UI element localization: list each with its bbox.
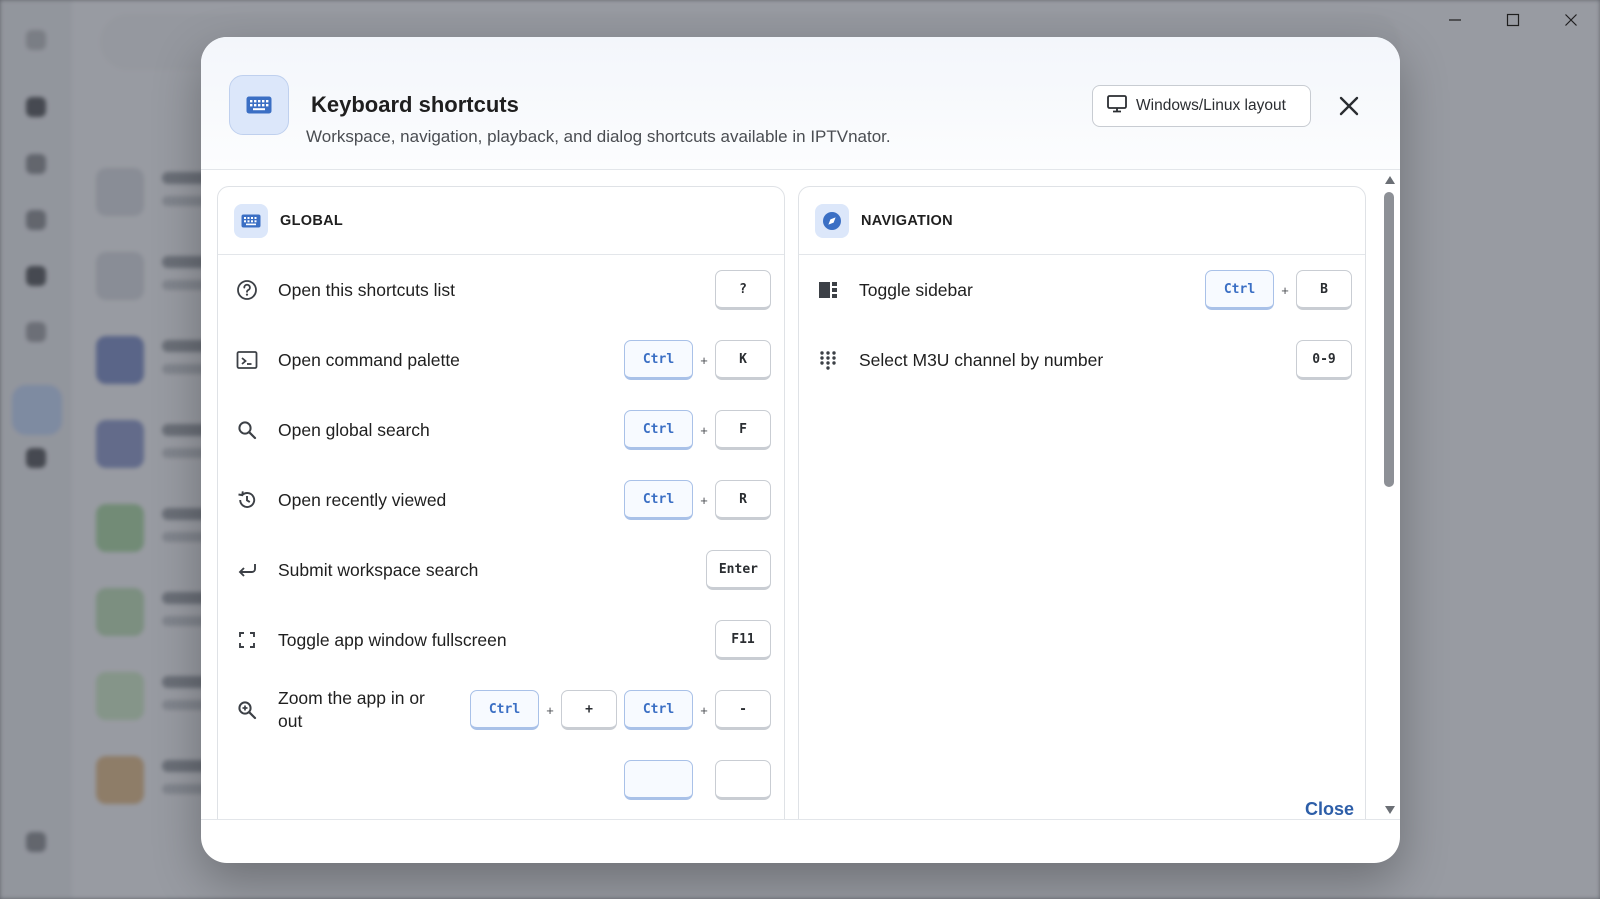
enter-arrow-icon: [234, 557, 260, 583]
scrollbar[interactable]: [1381, 170, 1397, 819]
key-cap-modifier: Ctrl: [470, 690, 539, 730]
shortcut-keys: ?: [715, 270, 771, 310]
key-cap: -: [715, 690, 771, 730]
key-cap-modifier: Ctrl: [624, 480, 693, 520]
key-cap: ?: [715, 270, 771, 310]
category-header-global: GLOBAL: [218, 187, 784, 255]
shortcut-label: Toggle app window fullscreen: [278, 629, 507, 650]
shortcut-row: Open command palette Ctrl + K: [218, 325, 784, 395]
close-button[interactable]: Close: [1299, 795, 1360, 824]
shortcut-row: Toggle sidebar Ctrl + B: [799, 255, 1365, 325]
shortcuts-scroll-area[interactable]: GLOBAL Open this shortcuts list ? Open c…: [201, 170, 1400, 820]
scroll-down-arrow-icon[interactable]: [1385, 806, 1395, 814]
key-cap: +: [561, 690, 617, 730]
key-cap: F11: [715, 620, 771, 660]
key-cap: F: [715, 410, 771, 450]
key-plus-separator: +: [700, 702, 708, 718]
key-plus-separator: +: [546, 702, 554, 718]
shortcut-keys: Ctrl + F: [624, 410, 771, 450]
shortcut-row-partial: [218, 745, 784, 815]
shortcut-keys: Enter: [705, 550, 771, 590]
shortcut-row: Open global search Ctrl + F: [218, 395, 784, 465]
shortcut-label: Open this shortcuts list: [278, 279, 456, 300]
shortcut-label: Select M3U channel by number: [859, 349, 1104, 370]
shortcut-keys: Ctrl + K: [624, 340, 771, 380]
key-plus-separator: +: [1281, 282, 1289, 298]
sidebar-icon: [815, 277, 841, 303]
key-cap-modifier: Ctrl: [624, 410, 693, 450]
search-icon: [234, 417, 260, 443]
key-plus-separator: +: [700, 422, 708, 438]
shortcut-row: Zoom the app in or out Ctrl + + Ctrl + -: [218, 675, 784, 745]
close-icon[interactable]: [1333, 90, 1365, 122]
key-cap-modifier: Ctrl: [624, 690, 693, 730]
shortcut-label: Zoom the app in or out: [278, 688, 425, 731]
shortcut-row: Open recently viewed Ctrl + R: [218, 465, 784, 535]
category-card-global: GLOBAL Open this shortcuts list ? Open c…: [217, 186, 785, 819]
shortcut-row: Submit workspace search Enter: [218, 535, 784, 605]
keyboard-icon: [229, 75, 289, 135]
shortcut-keys: 0-9: [1296, 340, 1352, 380]
minimize-icon[interactable]: [1426, 8, 1484, 32]
monitor-icon: [1107, 94, 1127, 118]
shortcut-keys: [624, 760, 771, 800]
key-cap-modifier: [624, 760, 693, 800]
key-cap: K: [715, 340, 771, 380]
dialpad-icon: [815, 347, 841, 373]
keyboard-shortcuts-dialog: Keyboard shortcuts Workspace, navigation…: [201, 37, 1400, 863]
shortcut-label: Submit workspace search: [278, 559, 479, 580]
scrollbar-thumb[interactable]: [1384, 192, 1394, 487]
key-plus-separator: +: [700, 492, 708, 508]
window-controls: [1426, 8, 1600, 32]
key-cap: Enter: [705, 550, 771, 590]
shortcut-keys: Ctrl + R: [624, 480, 771, 520]
key-cap: B: [1296, 270, 1352, 310]
dialog-title: Keyboard shortcuts: [311, 92, 519, 117]
fullscreen-icon: [234, 627, 260, 653]
category-title-navigation: NAVIGATION: [861, 212, 953, 229]
key-cap: R: [715, 480, 771, 520]
shortcut-label: Open global search: [278, 419, 430, 440]
shortcut-keys: Ctrl + B: [1205, 270, 1352, 310]
shortcut-row: Toggle app window fullscreen F11: [218, 605, 784, 675]
layout-toggle-button[interactable]: Windows/Linux layout: [1092, 85, 1311, 127]
shortcut-label: Toggle sidebar: [859, 279, 973, 300]
dialog-header: Keyboard shortcuts Workspace, navigation…: [201, 37, 1400, 170]
category-title-global: GLOBAL: [280, 212, 344, 229]
shortcut-row: Select M3U channel by number 0-9: [799, 325, 1365, 395]
terminal-icon: [234, 347, 260, 373]
shortcut-label: Open command palette: [278, 349, 460, 370]
key-cap: [715, 760, 771, 800]
shortcut-keys: F11: [715, 620, 771, 660]
keyboard-icon: [234, 203, 268, 238]
zoom-in-icon: [234, 697, 260, 723]
help-circle-icon: [234, 277, 260, 303]
maximize-icon[interactable]: [1484, 8, 1542, 32]
layout-toggle-label: Windows/Linux layout: [1136, 97, 1286, 114]
key-plus-separator: +: [700, 352, 708, 368]
key-cap-modifier: Ctrl: [1205, 270, 1274, 310]
key-cap-modifier: Ctrl: [624, 340, 693, 380]
shortcut-keys: Ctrl + + Ctrl + -: [470, 690, 771, 730]
history-icon: [234, 487, 260, 513]
shortcut-label: Open recently viewed: [278, 489, 447, 510]
key-cap: 0-9: [1296, 340, 1352, 380]
shortcut-row: Open this shortcuts list ?: [218, 255, 784, 325]
scroll-up-arrow-icon[interactable]: [1385, 176, 1395, 184]
compass-icon: [815, 203, 849, 238]
dialog-subtitle: Workspace, navigation, playback, and dia…: [306, 127, 891, 146]
window-close-icon[interactable]: [1542, 8, 1600, 32]
category-card-navigation: NAVIGATION Toggle sidebar Ctrl + B Selec…: [798, 186, 1366, 819]
category-header-navigation: NAVIGATION: [799, 187, 1365, 255]
